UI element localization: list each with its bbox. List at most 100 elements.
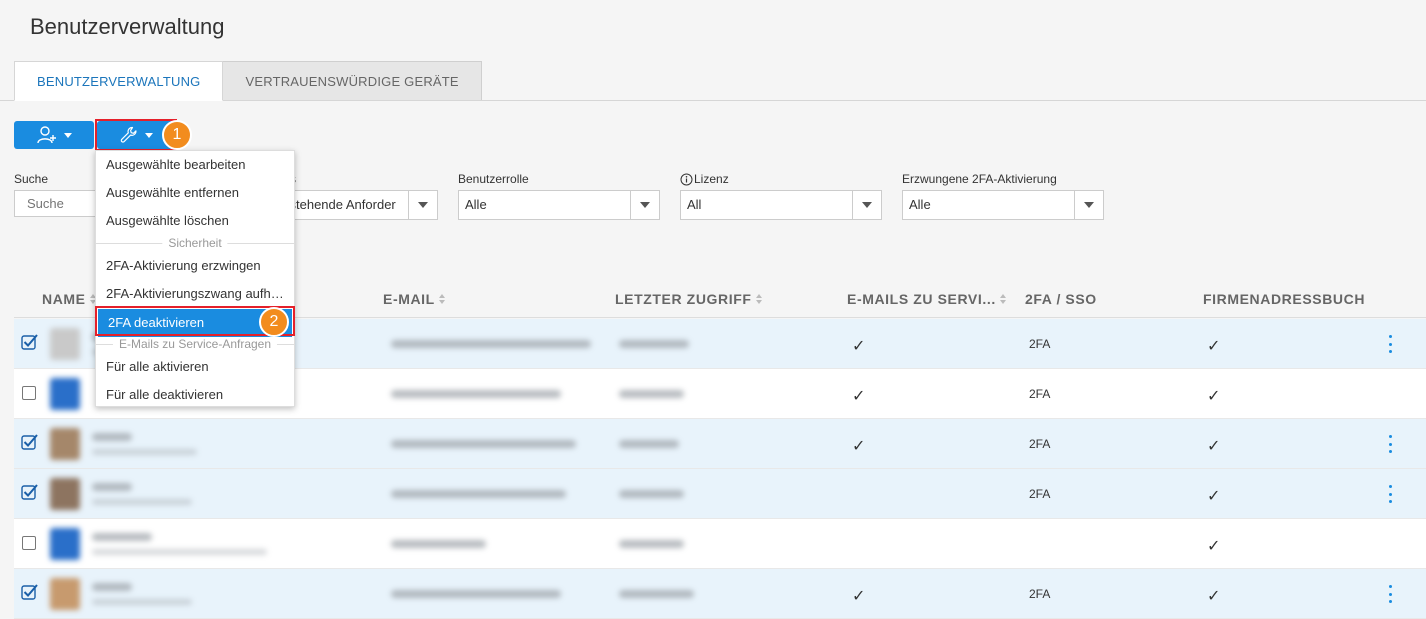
search-label: Suche — [14, 172, 49, 186]
table-row[interactable]: 2FA ✓ — [14, 469, 1426, 519]
license-filter-label: Lizenz — [694, 172, 729, 186]
role-filter-label: Benutzerrolle — [458, 172, 529, 186]
twofa-status: 2FA — [1029, 437, 1051, 451]
role-select[interactable]: Alle — [458, 190, 660, 220]
row-checkbox[interactable] — [22, 536, 36, 550]
tab-bar: BENUTZERVERWALTUNG VERTRAUENSWÜRDIGE GER… — [14, 61, 482, 101]
add-user-icon — [37, 126, 56, 144]
email-redacted — [391, 440, 576, 448]
tab-vertrauenswuerdige-geraete[interactable]: VERTRAUENSWÜRDIGE GERÄTE — [223, 61, 482, 101]
address-book-check-icon: ✓ — [1207, 538, 1221, 555]
user-name-redacted — [92, 533, 152, 541]
menu-item-lift-2fa-enforcement[interactable]: 2FA-Aktivierungszwang aufhe... — [96, 280, 294, 308]
last-access-redacted — [619, 340, 689, 348]
address-book-check-icon: ✓ — [1207, 388, 1221, 405]
chevron-down-icon — [1074, 191, 1103, 219]
menu-section-security: Sicherheit — [96, 236, 294, 250]
menu-item-remove-selected[interactable]: Ausgewählte entfernen — [96, 179, 294, 207]
column-header-last-access[interactable]: LETZTER ZUGRIFF — [615, 291, 762, 307]
email-redacted — [391, 540, 486, 548]
address-book-check-icon: ✓ — [1207, 438, 1221, 455]
license-select[interactable]: All — [680, 190, 882, 220]
chevron-down-icon — [852, 191, 881, 219]
menu-item-enforce-2fa[interactable]: 2FA-Aktivierung erzwingen — [96, 252, 294, 280]
row-menu-icon[interactable] — [1389, 585, 1393, 603]
service-emails-check-icon: ✓ — [852, 438, 866, 455]
menu-item-disable-all[interactable]: Für alle deaktivieren — [96, 381, 294, 409]
user-subtitle-redacted — [92, 449, 197, 455]
email-redacted — [391, 590, 561, 598]
row-checkbox[interactable] — [21, 584, 38, 600]
user-name-redacted — [92, 433, 132, 441]
email-redacted — [391, 490, 566, 498]
last-access-redacted — [619, 590, 694, 598]
address-book-check-icon: ✓ — [1207, 488, 1221, 505]
avatar — [50, 378, 80, 410]
avatar — [50, 528, 80, 560]
row-checkbox[interactable] — [22, 386, 36, 400]
chevron-down-icon — [145, 132, 153, 138]
row-checkbox[interactable] — [21, 484, 38, 500]
menu-item-enable-all[interactable]: Für alle aktivieren — [96, 353, 294, 381]
twofa-status: 2FA — [1029, 487, 1051, 501]
avatar — [50, 478, 80, 510]
chevron-down-icon — [64, 132, 72, 138]
avatar — [50, 578, 80, 610]
info-icon — [680, 173, 693, 185]
row-menu-icon[interactable] — [1389, 435, 1393, 453]
sort-icon — [999, 294, 1006, 304]
menu-section-service-emails: E-Mails zu Service-Anfragen — [96, 337, 294, 351]
table-row[interactable]: ✓ 2FA ✓ — [14, 569, 1426, 619]
menu-item-edit-selected[interactable]: Ausgewählte bearbeiten — [96, 151, 294, 179]
callout-step-2: 2 — [259, 307, 289, 337]
row-menu-icon[interactable] — [1389, 485, 1393, 503]
enforced-2fa-select[interactable]: Alle — [902, 190, 1104, 220]
chevron-down-icon — [408, 191, 437, 219]
last-access-redacted — [619, 490, 684, 498]
last-access-redacted — [619, 390, 684, 398]
column-header-email[interactable]: E-MAIL — [383, 291, 445, 307]
tools-dropdown-menu: Ausgewählte bearbeiten Ausgewählte entfe… — [95, 150, 295, 407]
column-header-address-book[interactable]: FIRMENADRESSBUCH — [1203, 291, 1365, 307]
last-access-redacted — [619, 540, 684, 548]
sort-icon — [438, 294, 445, 304]
user-subtitle-redacted — [92, 499, 192, 505]
user-subtitle-redacted — [92, 549, 267, 555]
service-emails-check-icon: ✓ — [852, 388, 866, 405]
email-redacted — [391, 390, 561, 398]
service-emails-check-icon: ✓ — [852, 338, 866, 355]
status-select-value: sstehende Anforder — [283, 197, 396, 212]
status-select[interactable]: sstehende Anforder — [280, 190, 438, 220]
avatar — [50, 328, 80, 360]
column-header-2fa-sso[interactable]: 2FA / SSO — [1025, 291, 1097, 307]
license-select-value: All — [687, 197, 702, 212]
chevron-down-icon — [630, 191, 659, 219]
add-user-button[interactable] — [14, 121, 94, 149]
avatar — [50, 428, 80, 460]
page-title: Benutzerverwaltung — [30, 14, 225, 39]
search-input[interactable] — [14, 190, 104, 217]
address-book-check-icon: ✓ — [1207, 588, 1221, 605]
role-select-value: Alle — [465, 197, 487, 212]
row-checkbox[interactable] — [21, 334, 38, 350]
column-header-name[interactable]: NAME — [42, 291, 96, 307]
twofa-status: 2FA — [1029, 337, 1051, 351]
sort-icon — [755, 294, 762, 304]
table-row[interactable]: ✓ — [14, 519, 1426, 569]
address-book-check-icon: ✓ — [1207, 338, 1221, 355]
enforced-2fa-select-value: Alle — [909, 197, 931, 212]
column-header-service-emails[interactable]: E-MAILS ZU SERVI... — [847, 291, 1006, 307]
user-subtitle-redacted — [92, 599, 192, 605]
table-row[interactable]: ✓ 2FA ✓ — [14, 419, 1426, 469]
callout-step-1: 1 — [162, 120, 192, 150]
row-menu-icon[interactable] — [1389, 335, 1393, 353]
row-checkbox[interactable] — [21, 434, 38, 450]
last-access-redacted — [619, 440, 679, 448]
tab-benutzerverwaltung[interactable]: BENUTZERVERWALTUNG — [14, 61, 224, 101]
service-emails-check-icon: ✓ — [852, 588, 866, 605]
enforced-2fa-filter-label: Erzwungene 2FA-Aktivierung — [902, 172, 1057, 186]
user-name-redacted — [92, 583, 132, 591]
email-redacted — [391, 340, 591, 348]
menu-item-delete-selected[interactable]: Ausgewählte löschen — [96, 207, 294, 235]
license-filter-header: Lizenz — [680, 172, 729, 186]
